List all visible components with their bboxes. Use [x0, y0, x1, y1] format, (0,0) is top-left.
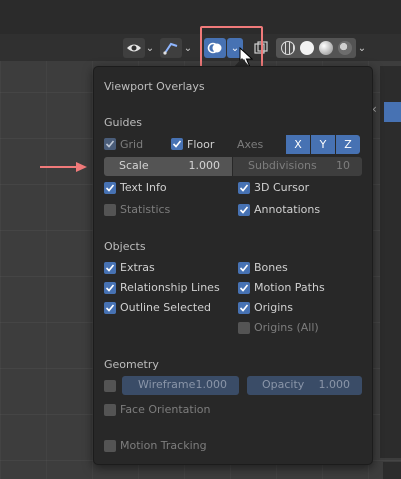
- chevron-down-icon[interactable]: ⌄: [182, 38, 194, 58]
- opacity-label: Opacity: [262, 378, 305, 391]
- floor-checkbox[interactable]: [171, 138, 183, 150]
- origins-checkbox[interactable]: [238, 302, 250, 314]
- motion-paths-checkbox[interactable]: [238, 282, 250, 294]
- subdivisions-field[interactable]: Subdivisions 10: [233, 157, 362, 176]
- grid-checkbox[interactable]: [104, 138, 116, 150]
- rendered-shading-icon[interactable]: [337, 41, 352, 55]
- annotations-checkbox[interactable]: [238, 204, 250, 216]
- wireframe-checkbox[interactable]: [104, 380, 116, 392]
- floor-label: Floor: [187, 138, 215, 151]
- bones-label: Bones: [254, 261, 288, 274]
- gizmo-icon[interactable]: [160, 38, 182, 58]
- visibility-eye-icon[interactable]: [123, 38, 145, 58]
- popover-title: Viewport Overlays: [104, 80, 205, 93]
- outline-selected-checkbox[interactable]: [104, 302, 116, 314]
- annotation-arrow-icon: [40, 162, 87, 172]
- bones-checkbox[interactable]: [238, 262, 250, 274]
- geometry-heading: Geometry: [104, 358, 159, 371]
- motion-paths-label: Motion Paths: [254, 281, 325, 294]
- subdivisions-label: Subdivisions: [248, 159, 317, 172]
- wireframe-value: 1.000: [195, 378, 228, 391]
- extras-checkbox[interactable]: [104, 262, 116, 274]
- axis-y-toggle[interactable]: Y: [311, 135, 335, 154]
- relationship-lines-checkbox[interactable]: [104, 282, 116, 294]
- text-info-checkbox[interactable]: [104, 182, 116, 194]
- opacity-value: 1.000: [318, 378, 351, 391]
- wireframe-label: Wireframe: [138, 378, 196, 391]
- solid-shading-icon[interactable]: [299, 41, 314, 55]
- statistics-label: Statistics: [120, 203, 171, 216]
- extras-label: Extras: [120, 261, 155, 274]
- motion-tracking-checkbox[interactable]: [104, 440, 116, 452]
- axes-label: Axes: [237, 138, 264, 151]
- axis-z-toggle[interactable]: Z: [336, 135, 360, 154]
- chevron-down-icon[interactable]: ⌄: [144, 38, 156, 58]
- statistics-checkbox[interactable]: [104, 204, 116, 216]
- opacity-field[interactable]: Opacity 1.000: [247, 376, 362, 395]
- face-orientation-checkbox[interactable]: [104, 404, 116, 416]
- wireframe-field[interactable]: Wireframe 1.000: [122, 376, 239, 395]
- annotations-label: Annotations: [254, 203, 321, 216]
- grid-label: Grid: [120, 138, 144, 151]
- face-orientation-label: Face Orientation: [120, 403, 211, 416]
- relationship-lines-label: Relationship Lines: [120, 281, 220, 294]
- scale-field[interactable]: Scale 1.000: [104, 157, 232, 176]
- motion-tracking-label: Motion Tracking: [120, 439, 207, 452]
- wireframe-shading-icon[interactable]: [280, 41, 295, 55]
- 3d-cursor-checkbox[interactable]: [238, 182, 250, 194]
- 3d-cursor-label: 3D Cursor: [254, 181, 310, 194]
- sidebar-tab[interactable]: [384, 102, 401, 122]
- corner-panel: [383, 462, 401, 479]
- origins-all-checkbox[interactable]: [238, 322, 250, 334]
- outline-selected-label: Outline Selected: [120, 301, 211, 314]
- subdivisions-value: 10: [336, 159, 350, 172]
- scale-label: Scale: [119, 159, 149, 172]
- objects-heading: Objects: [104, 240, 146, 253]
- guides-heading: Guides: [104, 116, 143, 129]
- text-info-label: Text Info: [120, 181, 167, 194]
- scale-value: 1.000: [188, 159, 221, 172]
- material-preview-icon[interactable]: [318, 41, 333, 55]
- axis-x-toggle[interactable]: X: [286, 135, 310, 154]
- shading-mode-group: [276, 38, 356, 58]
- origins-label: Origins: [254, 301, 293, 314]
- shading-chevron-down-icon[interactable]: ⌄: [356, 38, 368, 58]
- origins-all-label: Origins (All): [254, 321, 319, 334]
- sidebar-panel: ‹: [372, 66, 401, 458]
